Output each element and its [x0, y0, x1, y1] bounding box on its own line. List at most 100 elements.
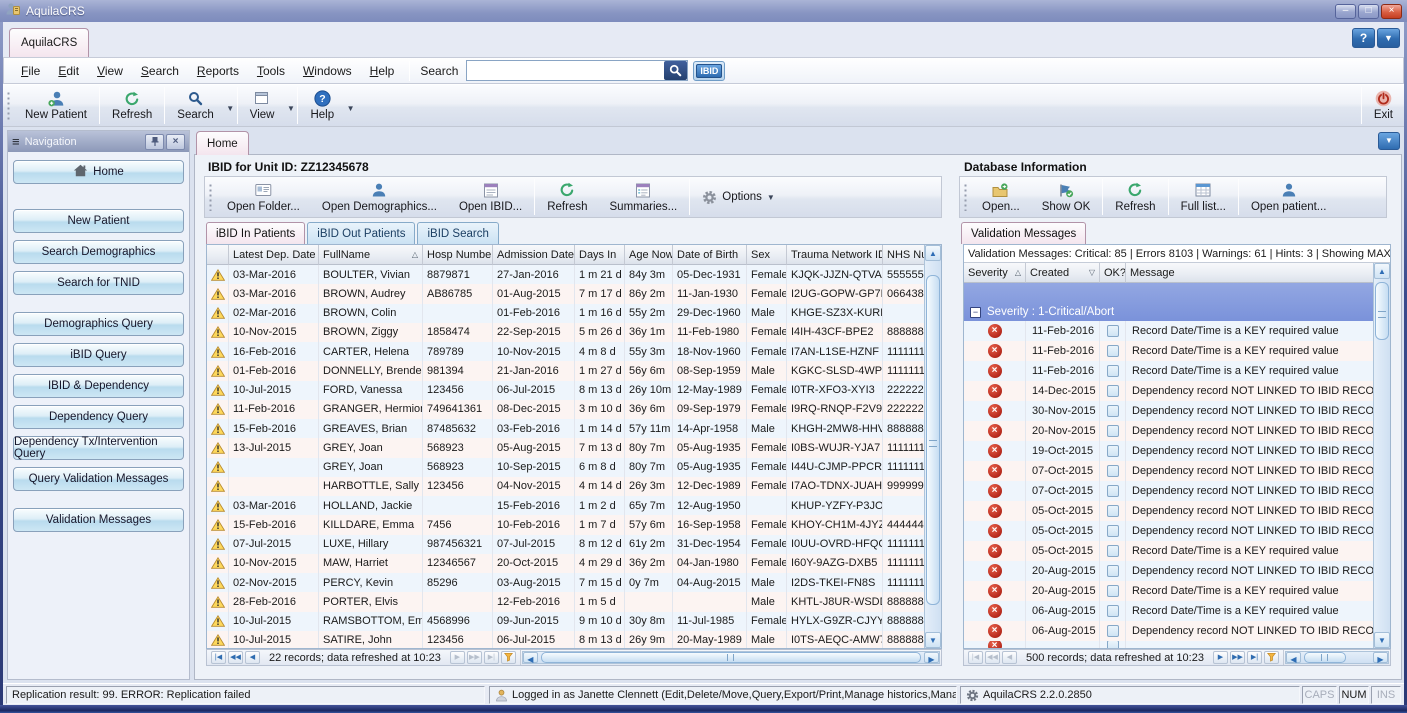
column-header-days-in[interactable]: Days In — [575, 245, 625, 265]
table-row[interactable]: 15-Feb-2016KILLDARE, Emma745610-Feb-2016… — [207, 515, 941, 534]
column-header-latest-dep-date[interactable]: Latest Dep. Date — [229, 245, 319, 265]
db-refresh-button[interactable]: Refresh — [1104, 177, 1166, 217]
scroll-up-icon[interactable]: ▲ — [925, 245, 941, 261]
tab-ibid-search[interactable]: iBID Search — [417, 222, 498, 244]
column-header-trauma-network-id[interactable]: Trauma Network ID — [787, 245, 883, 265]
ok-checkbox[interactable] — [1107, 605, 1119, 617]
table-row[interactable]: 02-Nov-2015PERCY, Kevin8529603-Aug-20157… — [207, 573, 941, 592]
full-list-button[interactable]: Full list... — [1170, 177, 1237, 217]
tab-ibid-out-patients[interactable]: iBID Out Patients — [307, 222, 415, 244]
nav-button-query-validation-messages[interactable]: Query Validation Messages — [13, 467, 184, 491]
scrollbar-thumb[interactable] — [926, 275, 940, 605]
validation-row[interactable]: ×07-Oct-2015Dependency record NOT LINKED… — [964, 481, 1390, 501]
table-row[interactable]: 10-Nov-2015BROWN, Ziggy185847422-Sep-201… — [207, 323, 941, 342]
scroll-left-icon[interactable]: ◀ — [523, 652, 538, 663]
nav-button-demographics-query[interactable]: Demographics Query — [13, 312, 184, 336]
ok-checkbox[interactable] — [1107, 345, 1119, 357]
column-header-icon[interactable] — [207, 245, 229, 265]
close-icon[interactable]: × — [166, 134, 185, 150]
pin-icon[interactable] — [145, 134, 164, 150]
column-header-created[interactable]: Created▽ — [1026, 263, 1100, 283]
last-page-button[interactable]: ▶| — [484, 651, 499, 664]
table-row[interactable]: 13-Jul-2015GREY, Joan56892305-Aug-20157 … — [207, 438, 941, 457]
validation-row[interactable]: ×19-Oct-2015Dependency record NOT LINKED… — [964, 441, 1390, 461]
refresh-button[interactable]: Refresh — [101, 85, 163, 126]
scroll-down-icon[interactable]: ▼ — [1374, 632, 1390, 648]
validation-row[interactable]: ×14-Dec-2015Dependency record NOT LINKED… — [964, 381, 1390, 401]
db-open-button[interactable]: Open... — [971, 177, 1031, 217]
toolbar-grip[interactable] — [963, 183, 968, 211]
view-dropdown-arrow[interactable]: ▼ — [285, 85, 296, 126]
nav-button-new-patient[interactable]: New Patient — [13, 209, 184, 233]
nav-button-dependency-tx-intervention-query[interactable]: Dependency Tx/Intervention Query — [13, 436, 184, 460]
toolbar-grip[interactable] — [208, 183, 213, 211]
ok-checkbox[interactable] — [1107, 505, 1119, 517]
column-header-ok[interactable]: OK? — [1100, 263, 1126, 283]
open-ibid-button[interactable]: Open IBID... — [448, 177, 533, 217]
column-header-severity[interactable]: Severity△ — [964, 263, 1026, 283]
validation-row[interactable]: ×07-Oct-2015Dependency record NOT LINKED… — [964, 461, 1390, 481]
maximize-button[interactable]: □ — [1358, 4, 1379, 19]
filter-icon[interactable] — [501, 651, 516, 664]
search-button[interactable]: Search — [166, 85, 224, 126]
validation-row[interactable]: ×05-Oct-2015Record Date/Time is a KEY re… — [964, 541, 1390, 561]
column-header-date-of-birth[interactable]: Date of Birth — [673, 245, 747, 265]
patients-vertical-scrollbar[interactable]: ▲ ▼ — [924, 245, 941, 648]
help-dropdown-arrow[interactable]: ▼ — [345, 85, 356, 126]
nav-button-ibid-query[interactable]: iBID Query — [13, 343, 184, 367]
scroll-right-icon[interactable]: ▶ — [1373, 652, 1388, 663]
exit-button[interactable]: Exit — [1363, 85, 1404, 126]
table-row[interactable]: 28-Feb-2016PORTER, Elvis12-Feb-20161 m 5… — [207, 592, 941, 611]
next-page-button[interactable]: ▶ — [450, 651, 465, 664]
validation-row[interactable]: ×06-Aug-2015Dependency record NOT LINKED… — [964, 621, 1390, 641]
filter-icon[interactable] — [1264, 651, 1279, 664]
menu-windows[interactable]: Windows — [294, 60, 361, 82]
ok-checkbox[interactable] — [1107, 405, 1119, 417]
table-row[interactable]: 10-Jul-2015RAMSBOTTOM, Emily456899609-Ju… — [207, 612, 941, 631]
next-group-button[interactable]: ▶▶ — [467, 651, 482, 664]
scroll-left-icon[interactable]: ◀ — [1286, 652, 1301, 663]
validation-vertical-scrollbar[interactable]: ▲ ▼ — [1373, 263, 1390, 648]
scrollbar-thumb[interactable] — [1304, 652, 1346, 663]
menu-search[interactable]: Search — [132, 60, 188, 82]
scroll-up-icon[interactable]: ▲ — [1374, 263, 1390, 279]
ok-checkbox[interactable] — [1107, 445, 1119, 457]
help-circle-button[interactable]: ? — [1352, 28, 1375, 48]
ok-checkbox[interactable] — [1107, 365, 1119, 377]
nav-button-dependency-query[interactable]: Dependency Query — [13, 405, 184, 429]
table-row[interactable]: 02-Mar-2016BROWN, Colin01-Feb-20161 m 16… — [207, 304, 941, 323]
table-row[interactable]: 01-Feb-2016DONNELLY, Brenden98139421-Jan… — [207, 361, 941, 380]
minimize-button[interactable]: – — [1335, 4, 1356, 19]
new-patient-button[interactable]: New Patient — [14, 85, 98, 126]
validation-row[interactable]: ×30-Nov-2015Dependency record NOT LINKED… — [964, 401, 1390, 421]
ok-checkbox[interactable] — [1107, 641, 1119, 649]
menu-edit[interactable]: Edit — [49, 60, 88, 82]
table-row[interactable]: 03-Mar-2016HOLLAND, Jackie15-Feb-20161 m… — [207, 496, 941, 515]
validation-row[interactable]: ×05-Oct-2015Dependency record NOT LINKED… — [964, 521, 1390, 541]
help-button[interactable]: ? Help — [299, 85, 345, 126]
app-tab[interactable]: AquilaCRS — [9, 28, 89, 57]
validation-row[interactable]: ×20-Aug-2015Dependency record NOT LINKED… — [964, 561, 1390, 581]
prev-page-button[interactable]: ◀ — [245, 651, 260, 664]
validation-row[interactable]: ×06-Aug-2015Record Date/Time is a KEY re… — [964, 601, 1390, 621]
ok-checkbox[interactable] — [1107, 325, 1119, 337]
ibid-badge-button[interactable]: IBID — [693, 61, 725, 81]
scrollbar-thumb[interactable] — [1375, 282, 1389, 340]
search-input[interactable] — [466, 60, 688, 81]
tab-home[interactable]: Home — [196, 131, 249, 155]
nav-button-home[interactable]: Home — [13, 160, 184, 184]
menu-tools[interactable]: Tools — [248, 60, 294, 82]
tab-ibid-in-patients[interactable]: iBID In Patients — [206, 222, 305, 244]
nav-button-search-demographics[interactable]: Search Demographics — [13, 240, 184, 264]
next-page-button[interactable]: ▶ — [1213, 651, 1228, 664]
next-group-button[interactable]: ▶▶ — [1230, 651, 1245, 664]
show-ok-button[interactable]: Show OK — [1031, 177, 1102, 217]
prev-group-button[interactable]: ◀◀ — [228, 651, 243, 664]
nav-button-ibid-dependency[interactable]: IBID & Dependency — [13, 374, 184, 398]
open-demographics-button[interactable]: Open Demographics... — [311, 177, 448, 217]
table-row[interactable]: 15-Feb-2016GREAVES, Brian8748563203-Feb-… — [207, 419, 941, 438]
ok-checkbox[interactable] — [1107, 425, 1119, 437]
column-header-fullname[interactable]: FullName△ — [319, 245, 423, 265]
open-patient-button[interactable]: Open patient... — [1240, 177, 1337, 217]
table-row[interactable]: HARBOTTLE, Sally12345604-Nov-20154 m 14 … — [207, 477, 941, 496]
